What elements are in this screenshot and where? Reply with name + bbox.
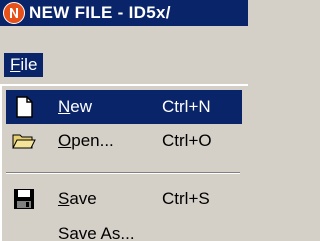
title-bar[interactable]: NEW FILE - ID5x/ [0, 0, 248, 26]
menu-item-label: Save As... [58, 224, 135, 241]
menu-separator [6, 172, 240, 174]
menu-item-label: Open... [58, 131, 114, 150]
menu-item-open[interactable]: Open... Ctrl+O [6, 124, 242, 158]
floppy-disk-icon [12, 187, 36, 211]
menu-file[interactable]: File [4, 53, 44, 77]
application-window: NEW FILE - ID5x/ File New Ctrl+N Open...… [0, 0, 248, 241]
menu-item-label: Save [58, 189, 97, 208]
menu-item-label: New [58, 97, 93, 116]
menu-item-save-as[interactable]: Save As... [6, 220, 242, 241]
new-document-icon [12, 95, 36, 119]
window-title: NEW FILE - ID5x/ [29, 3, 171, 22]
menu-item-save[interactable]: Save Ctrl+S [6, 182, 242, 216]
file-menu-dropdown: New Ctrl+N Open... Ctrl+O Save Ctrl+S Sa… [0, 84, 248, 241]
open-folder-icon [12, 129, 36, 153]
menu-item-shortcut: Ctrl+S [162, 189, 210, 208]
app-logo-icon[interactable] [3, 2, 25, 24]
menu-item-new[interactable]: New Ctrl+N [6, 90, 242, 124]
menu-item-shortcut: Ctrl+O [162, 131, 212, 150]
menu-bar: File [0, 26, 248, 84]
menu-item-shortcut: Ctrl+N [162, 97, 211, 116]
